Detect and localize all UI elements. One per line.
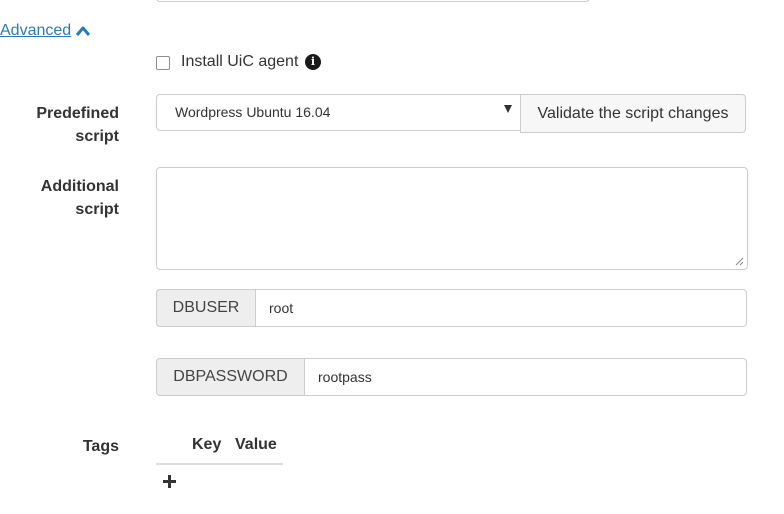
validate-script-button[interactable]: Validate the script changes [520,94,746,133]
chevron-up-icon [75,25,91,37]
previous-field[interactable] [156,0,590,2]
dbpassword-addon: DBPASSWORD [156,358,305,396]
dbuser-addon: DBUSER [156,289,256,327]
tags-header-divider [156,463,283,465]
tags-label: Tags [82,438,119,455]
install-agent-checkbox[interactable] [156,56,170,70]
dropdown-arrow-icon [504,105,512,113]
advanced-toggle[interactable]: Advanced [0,22,91,40]
install-agent-label: Install UiC agent [181,53,299,70]
tags-value-header: Value [235,436,277,453]
dbpassword-input[interactable]: rootpass [305,358,747,396]
plus-icon[interactable] [161,473,178,490]
advanced-label: Advanced [0,22,72,39]
predefined-script-select[interactable]: Wordpress Ubuntu 16.04 [156,94,521,131]
additional-script-textarea[interactable] [156,167,748,270]
info-icon[interactable]: i [305,54,321,70]
predefined-script-label: Predefined script [36,105,119,145]
tags-key-header: Key [192,436,222,453]
predefined-script-value: Wordpress Ubuntu 16.04 [175,104,331,120]
resize-grip-icon[interactable] [735,257,744,266]
additional-script-label: Additional script [40,178,119,218]
dbuser-input[interactable]: root [256,289,747,327]
